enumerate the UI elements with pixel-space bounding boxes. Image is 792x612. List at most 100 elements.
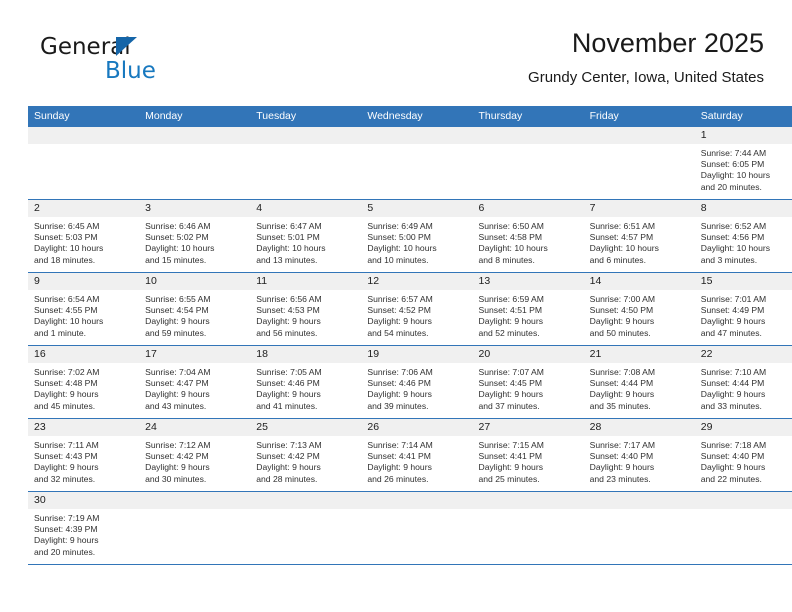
calendar-day-cell[interactable]: 9 Sunrise: 6:54 AM Sunset: 4:55 PM Daylight…: [28, 272, 140, 346]
sunrise-text: Sunrise: 7:04 AM: [145, 367, 211, 377]
calendar-week-row: 1 Sunrise: 7:44 AM Sunset: 6:05 PM Daylight…: [28, 127, 792, 200]
daylight-text-line2: and 37 minutes.: [478, 400, 540, 411]
day-number: [361, 127, 473, 144]
sunset-text: Sunset: 4:42 PM: [256, 451, 320, 462]
day-details: Sunrise: 7:12 AM Sunset: 4:42 PM Daylight:…: [139, 436, 250, 485]
sunrise-text: Sunrise: 7:19 AM: [34, 513, 100, 523]
daylight-text-line2: and 47 minutes.: [700, 327, 762, 338]
sunset-text: Sunset: 4:41 PM: [478, 451, 543, 462]
calendar-day-cell[interactable]: 7 Sunrise: 6:51 AM Sunset: 4:57 PM Daylight…: [583, 199, 695, 273]
calendar-week-row: 16 Sunrise: 7:02 AM Sunset: 4:48 PM Dayligh…: [28, 345, 792, 419]
daylight-text-line2: and 26 minutes.: [367, 473, 429, 484]
calendar-day-cell[interactable]: 30 Sunrise: 7:19 AM Sunset: 4:39 PM Dayligh…: [28, 491, 140, 565]
calendar-day-cell[interactable]: 29 Sunrise: 7:18 AM Sunset: 4:40 PM Dayligh…: [694, 418, 792, 492]
calendar-week-row: 2 Sunrise: 6:45 AM Sunset: 5:03 PM Daylight…: [28, 199, 792, 273]
calendar-cell-empty: [250, 127, 362, 200]
sunrise-text: Sunrise: 6:47 AM: [256, 221, 322, 231]
calendar-day-cell[interactable]: 4 Sunrise: 6:47 AM Sunset: 5:01 PM Daylight…: [250, 199, 362, 273]
calendar-day-cell[interactable]: 2 Sunrise: 6:45 AM Sunset: 5:03 PM Daylight…: [28, 199, 140, 273]
calendar-day-cell[interactable]: 13 Sunrise: 6:59 AM Sunset: 4:51 PM Dayligh…: [472, 272, 584, 346]
day-details: Sunrise: 6:54 AM Sunset: 4:55 PM Daylight:…: [28, 290, 139, 339]
sunrise-text: Sunrise: 7:00 AM: [589, 294, 656, 304]
day-number: 21: [583, 346, 695, 363]
day-details: Sunrise: 7:17 AM Sunset: 4:40 PM Daylight:…: [584, 436, 695, 485]
daylight-text-line1: Daylight: 9 hours: [145, 389, 210, 400]
daylight-text-line2: and 52 minutes.: [478, 327, 540, 338]
sunset-text: Sunset: 4:47 PM: [145, 378, 209, 389]
daylight-text-line1: Daylight: 9 hours: [34, 462, 99, 473]
calendar-table: Sunday Monday Tuesday Wednesday Thursday Frid…: [28, 106, 792, 565]
day-details: Sunrise: 7:15 AM Sunset: 4:41 PM Daylight:…: [473, 436, 584, 485]
sunrise-text: Sunrise: 6:45 AM: [34, 221, 100, 231]
day-number: 7: [583, 200, 695, 217]
daylight-text-line2: and 43 minutes.: [145, 400, 207, 411]
sunset-text: Sunset: 4:46 PM: [367, 378, 431, 389]
calendar-cell-empty: [694, 491, 792, 565]
daylight-text-line2: and 50 minutes.: [589, 327, 651, 338]
sunrise-text: Sunrise: 6:56 AM: [256, 294, 322, 304]
sunrise-text: Sunrise: 6:57 AM: [367, 294, 433, 304]
calendar-body: 1 Sunrise: 7:44 AM Sunset: 6:05 PM Daylight…: [28, 127, 792, 565]
day-number: 12: [361, 273, 473, 290]
day-number: 2: [28, 200, 140, 217]
daylight-text-line1: Daylight: 9 hours: [256, 389, 321, 400]
calendar-grid: Sunday Monday Tuesday Wednesday Thursday Frid…: [28, 106, 792, 565]
day-number: 10: [139, 273, 251, 290]
weekday-header-saturday: Saturday: [694, 106, 792, 127]
calendar-day-cell[interactable]: 20 Sunrise: 7:07 AM Sunset: 4:45 PM Dayligh…: [472, 345, 584, 419]
calendar-day-cell[interactable]: 6 Sunrise: 6:50 AM Sunset: 4:58 PM Daylight…: [472, 199, 584, 273]
calendar-day-cell[interactable]: 14 Sunrise: 7:00 AM Sunset: 4:50 PM Dayligh…: [583, 272, 695, 346]
calendar-day-cell[interactable]: 1 Sunrise: 7:44 AM Sunset: 6:05 PM Daylight…: [694, 127, 792, 200]
day-number: [250, 127, 362, 144]
daylight-text-line1: Daylight: 9 hours: [589, 462, 655, 473]
sunset-text: Sunset: 4:40 PM: [700, 451, 765, 462]
calendar-day-cell[interactable]: 24 Sunrise: 7:12 AM Sunset: 4:42 PM Dayligh…: [139, 418, 251, 492]
calendar-day-cell[interactable]: 10 Sunrise: 6:55 AM Sunset: 4:54 PM Dayligh…: [139, 272, 251, 346]
weekday-header-friday: Friday: [583, 106, 695, 127]
day-number: 20: [472, 346, 584, 363]
sunrise-text: Sunrise: 7:01 AM: [700, 294, 767, 304]
sunrise-text: Sunrise: 6:46 AM: [145, 221, 211, 231]
calendar-day-cell[interactable]: 19 Sunrise: 7:06 AM Sunset: 4:46 PM Dayligh…: [361, 345, 473, 419]
day-details: Sunrise: 7:04 AM Sunset: 4:47 PM Daylight:…: [139, 363, 250, 412]
calendar-cell-empty: [583, 491, 695, 565]
calendar-day-cell[interactable]: 22 Sunrise: 7:10 AM Sunset: 4:44 PM Dayligh…: [694, 345, 792, 419]
sunrise-text: Sunrise: 7:06 AM: [367, 367, 433, 377]
calendar-cell-empty: [361, 127, 473, 200]
calendar-week-row: 30 Sunrise: 7:19 AM Sunset: 4:39 PM Dayligh…: [28, 491, 792, 565]
calendar-day-cell[interactable]: 27 Sunrise: 7:15 AM Sunset: 4:41 PM Dayligh…: [472, 418, 584, 492]
day-number: [583, 492, 695, 509]
calendar-day-cell[interactable]: 5 Sunrise: 6:49 AM Sunset: 5:00 PM Daylight…: [361, 199, 473, 273]
daylight-text-line2: and 8 minutes.: [478, 254, 535, 265]
calendar-day-cell[interactable]: 23 Sunrise: 7:11 AM Sunset: 4:43 PM Dayligh…: [28, 418, 140, 492]
day-details: Sunrise: 6:45 AM Sunset: 5:03 PM Daylight:…: [28, 217, 139, 266]
daylight-text-line1: Daylight: 9 hours: [367, 462, 432, 473]
daylight-text-line1: Daylight: 10 hours: [145, 243, 215, 254]
calendar-day-cell[interactable]: 11 Sunrise: 6:56 AM Sunset: 4:53 PM Dayligh…: [250, 272, 362, 346]
sunset-text: Sunset: 5:00 PM: [367, 232, 431, 243]
day-details: Sunrise: 6:47 AM Sunset: 5:01 PM Daylight:…: [250, 217, 361, 266]
calendar-day-cell[interactable]: 18 Sunrise: 7:05 AM Sunset: 4:46 PM Dayligh…: [250, 345, 362, 419]
daylight-text-line2: and 41 minutes.: [256, 400, 318, 411]
calendar-day-cell[interactable]: 8 Sunrise: 6:52 AM Sunset: 4:56 PM Daylight…: [694, 199, 792, 273]
calendar-day-cell[interactable]: 3 Sunrise: 6:46 AM Sunset: 5:02 PM Daylight…: [139, 199, 251, 273]
sunrise-text: Sunrise: 7:12 AM: [145, 440, 211, 450]
day-number: 27: [472, 419, 584, 436]
calendar-day-cell[interactable]: 25 Sunrise: 7:13 AM Sunset: 4:42 PM Dayligh…: [250, 418, 362, 492]
calendar-day-cell[interactable]: 21 Sunrise: 7:08 AM Sunset: 4:44 PM Dayligh…: [583, 345, 695, 419]
day-number: 5: [361, 200, 473, 217]
calendar-day-cell[interactable]: 15 Sunrise: 7:01 AM Sunset: 4:49 PM Dayligh…: [694, 272, 792, 346]
day-details: Sunrise: 7:14 AM Sunset: 4:41 PM Daylight:…: [361, 436, 472, 485]
calendar-day-cell[interactable]: 26 Sunrise: 7:14 AM Sunset: 4:41 PM Dayligh…: [361, 418, 473, 492]
sunset-text: Sunset: 4:43 PM: [34, 451, 98, 462]
calendar-day-cell[interactable]: 16 Sunrise: 7:02 AM Sunset: 4:48 PM Dayligh…: [28, 345, 140, 419]
calendar-day-cell[interactable]: 12 Sunrise: 6:57 AM Sunset: 4:52 PM Dayligh…: [361, 272, 473, 346]
page-subtitle: Grundy Center, Iowa, United States: [528, 69, 764, 86]
general-blue-logo[interactable]: General Blue: [40, 34, 220, 90]
calendar-day-cell[interactable]: 28 Sunrise: 7:17 AM Sunset: 4:40 PM Dayligh…: [583, 418, 695, 492]
daylight-text-line1: Daylight: 10 hours: [700, 170, 771, 181]
calendar-day-cell[interactable]: 17 Sunrise: 7:04 AM Sunset: 4:47 PM Dayligh…: [139, 345, 251, 419]
daylight-text-line2: and 1 minute.: [34, 327, 87, 338]
day-number: 26: [361, 419, 473, 436]
day-details: Sunrise: 6:46 AM Sunset: 5:02 PM Daylight:…: [139, 217, 250, 266]
